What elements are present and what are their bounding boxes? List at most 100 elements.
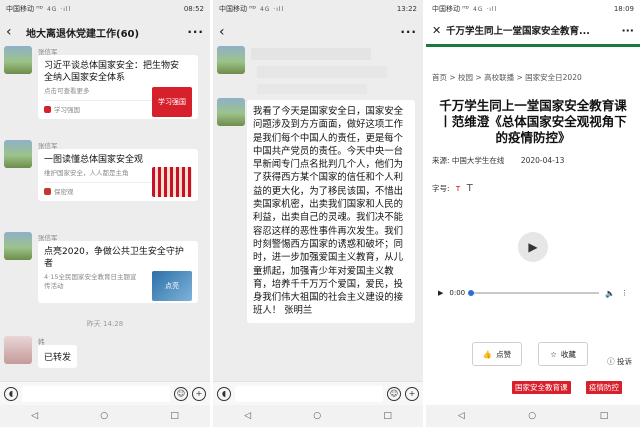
message-input[interactable]	[22, 385, 170, 402]
page-title: 千万学生同上一堂国家安全教育...	[446, 26, 590, 37]
article-screen: 中国移动 ᴴᴰ 4G ·ıll 18:09 ✕ 千万学生同上一堂国家安全教育..…	[426, 0, 640, 427]
avatar[interactable]	[217, 46, 245, 74]
avatar[interactable]	[4, 336, 32, 364]
nav-home-icon[interactable]: ○	[100, 411, 108, 421]
link-card[interactable]: 一图读懂总体国家安全观 维护国家安全，人人都是主角 保密观	[38, 149, 198, 201]
card-title: 习近平谈总体国家安全：把生物安全纳入国家安全体系	[44, 61, 180, 83]
like-label: 点赞	[496, 349, 512, 359]
nav-home-icon[interactable]: ○	[528, 411, 536, 421]
card-desc: 点击可查看更多	[44, 87, 90, 95]
audio-time: 0:00	[449, 289, 466, 297]
list-item: 韩 已转发	[4, 336, 206, 376]
private-chat-screen: 中国移动 ᴴᴰ 4G ·ıll 13:22 ‹ ··· 我看了今天是国家安全日，…	[213, 0, 423, 427]
article-headline: 千万学生同上一堂国家安全教育课丨范维澄《总体国家安全观视角下的疫情防控》	[439, 98, 627, 145]
avatar[interactable]	[4, 46, 32, 74]
nav-recents-icon[interactable]: □	[170, 411, 179, 421]
chat-header: ‹ ···	[213, 18, 423, 46]
volume-icon[interactable]: 🔈	[605, 289, 615, 298]
small-play-icon[interactable]: ▶	[438, 289, 443, 297]
avatar[interactable]	[4, 140, 32, 168]
source-label: 来源: 中国大学生在线	[432, 156, 505, 165]
nav-recents-icon[interactable]: □	[600, 411, 609, 421]
audio-progress-knob[interactable]	[468, 290, 475, 296]
carrier-label: 中国移动 ᴴᴰ	[219, 5, 256, 13]
back-arrow-icon[interactable]: ‹	[219, 24, 233, 40]
report-link[interactable]: ⓘ 投诉	[607, 356, 632, 367]
card-title: 一图读懂总体国家安全观	[44, 155, 144, 165]
card-thumbnail: 点亮	[152, 271, 192, 301]
more-icon[interactable]: ···	[187, 25, 204, 39]
status-bar: 中国移动 ᴴᴰ 4G ·ıll 18:09	[426, 0, 640, 18]
chat-title: 地大离退休党建工作(60)	[26, 28, 140, 40]
audio-controls: ▶ 0:00 🔈 ⋮	[438, 286, 628, 300]
status-bar: 中国移动 ᴴᴰ 4G ·ıll 13:22	[213, 0, 423, 18]
card-desc: 维护国家安全，人人都是主角	[44, 169, 129, 177]
font-size-label: 字号:	[432, 184, 450, 193]
list-item: 张信军 点亮2020，争做公共卫生安全守护者 4·15全民国家安全教育日主题宣传…	[4, 232, 206, 308]
long-text-message[interactable]: 我看了今天是国家安全日，国家安全问题涉及到方方面面，做好这项工作是我们每个中国人…	[247, 100, 415, 323]
source-logo-icon	[44, 105, 51, 113]
article-tag[interactable]: 疫情防控	[586, 381, 622, 394]
card-desc: 4·15全民国家安全教育日主题宣传活动	[44, 273, 137, 290]
close-icon[interactable]: ✕	[432, 24, 446, 37]
voice-icon[interactable]: ◖	[4, 386, 18, 401]
like-button[interactable]: 👍 点赞	[472, 342, 522, 366]
message-list[interactable]: 张信军 习近平谈总体国家安全：把生物安全纳入国家安全体系 点击可查看更多 学习强…	[0, 46, 210, 381]
group-chat-screen: 中国移动 ᴴᴰ 4G ·ıll 08:52 ‹ 地大离退休党建工作(60) ··…	[0, 0, 210, 427]
font-small-button[interactable]: T	[456, 185, 460, 193]
back-arrow-icon[interactable]: ‹	[6, 24, 20, 40]
link-card[interactable]: 点亮2020，争做公共卫生安全守护者 4·15全民国家安全教育日主题宣传活动 点…	[38, 241, 198, 303]
card-title: 点亮2020，争做公共卫生安全守护者	[44, 247, 184, 269]
text-bubble[interactable]: 已转发	[38, 345, 78, 368]
favorite-button[interactable]: ☆ 收藏	[538, 342, 588, 366]
source-name: 保密观	[54, 188, 74, 196]
android-nav-bar: ◁ ○ □	[213, 405, 423, 427]
message-timestamp: 昨天 14:28	[86, 320, 124, 328]
audio-player: ▶ ▶ 0:00 🔈 ⋮	[432, 208, 634, 332]
message-input[interactable]	[235, 385, 383, 402]
nav-recents-icon[interactable]: □	[383, 411, 392, 421]
nav-back-icon[interactable]: ◁	[458, 411, 465, 421]
card-thumbnail	[152, 167, 192, 197]
report-label: 投诉	[617, 357, 632, 366]
publish-date: 2020-04-13	[520, 156, 565, 165]
article-tag[interactable]: 国家安全教育课	[512, 381, 571, 394]
plus-icon[interactable]: +	[405, 386, 419, 401]
nav-home-icon[interactable]: ○	[313, 411, 321, 421]
font-size-control: 字号: T T	[432, 183, 473, 194]
chat-header: ‹ 地大离退休党建工作(60) ···	[0, 18, 210, 46]
clock: 08:52	[183, 5, 204, 13]
audio-progress-bar[interactable]	[468, 290, 600, 296]
more-icon[interactable]: ···	[400, 25, 417, 39]
source-name: 学习强国	[54, 106, 80, 114]
emoji-icon[interactable]: ☺	[174, 386, 188, 401]
nav-back-icon[interactable]: ◁	[244, 411, 251, 421]
font-large-button[interactable]: T	[467, 183, 473, 194]
plus-icon[interactable]: +	[192, 386, 206, 401]
more-icon[interactable]: ···	[621, 24, 634, 37]
favorite-label: 收藏	[560, 349, 576, 359]
chat-input-bar: ◖ ☺ +	[213, 381, 423, 405]
avatar[interactable]	[4, 232, 32, 260]
list-item: 张信军 习近平谈总体国家安全：把生物安全纳入国家安全体系 点击可查看更多 学习强…	[4, 46, 206, 138]
voice-icon[interactable]: ◖	[217, 386, 231, 401]
list-item: 张信军 一图读懂总体国家安全观 维护国家安全，人人都是主角 保密观	[4, 140, 206, 222]
nav-back-icon[interactable]: ◁	[31, 411, 38, 421]
more-icon[interactable]: ⋮	[621, 289, 628, 297]
emoji-icon[interactable]: ☺	[387, 386, 401, 401]
chat-input-bar: ◖ ☺ +	[0, 381, 210, 405]
thumbs-up-icon: 👍	[482, 349, 493, 359]
play-icon[interactable]: ▶	[518, 232, 548, 262]
star-icon: ☆	[550, 349, 557, 359]
header-divider	[426, 44, 640, 47]
signal-icon: 4G ·ıll	[46, 5, 72, 13]
avatar[interactable]	[217, 98, 245, 126]
card-thumbnail: 学习强国	[152, 87, 192, 117]
breadcrumb[interactable]: 首页 > 校园 > 高校联播 > 国家安全日2020	[432, 72, 582, 83]
link-card[interactable]: 习近平谈总体国家安全：把生物安全纳入国家安全体系 点击可查看更多 学习强国 学习…	[38, 55, 198, 119]
carrier-label: 中国移动 ᴴᴰ	[6, 5, 43, 13]
clock: 13:22	[396, 5, 417, 13]
android-nav-bar: ◁ ○ □	[426, 405, 640, 427]
clock: 18:09	[613, 5, 634, 13]
android-nav-bar: ◁ ○ □	[0, 405, 210, 427]
